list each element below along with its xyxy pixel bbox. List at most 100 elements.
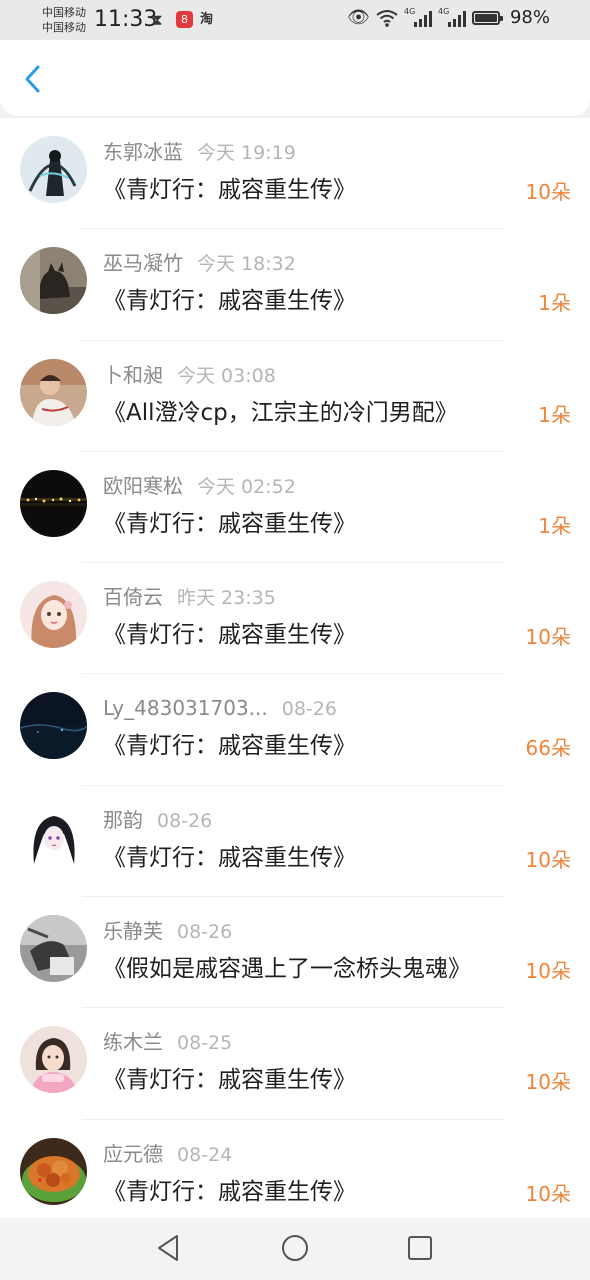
gift-time: 08-25: [177, 1032, 233, 1055]
triangle-back-icon[interactable]: [153, 1232, 185, 1264]
carrier-1: 中国移动: [42, 6, 86, 19]
user-name[interactable]: 欧阳寒松: [103, 474, 183, 498]
gift-row[interactable]: 练木兰 08-25 《青灯行：戚容重生传》 10朵: [0, 1008, 590, 1120]
avatar[interactable]: [20, 1026, 87, 1094]
book-title[interactable]: 《假如是戚容遇上了一念桥头鬼魂》: [103, 953, 471, 985]
gift-time: 昨天 23:35: [177, 587, 276, 610]
book-title[interactable]: 《青灯行：戚容重生传》: [103, 508, 356, 540]
gift-time: 今天 18:32: [197, 253, 296, 276]
signal-icon-1: 4G: [403, 6, 432, 27]
top-bar: [0, 40, 590, 116]
user-name[interactable]: 卜和昶: [103, 363, 163, 387]
avatar-image: [20, 1137, 87, 1205]
network-tag-1: 4G: [403, 6, 416, 16]
avatar-image: [20, 692, 87, 760]
avatar-image: [20, 803, 87, 871]
flower-count: 1朵: [538, 513, 571, 538]
gift-list: 东郭冰蓝 今天 19:19 《青灯行：戚容重生传》 10朵 巫马凝竹 今天 18:32 《青…: [0, 118, 590, 1218]
system-nav-bar: [0, 1218, 590, 1280]
user-name[interactable]: 百倚云: [103, 585, 163, 609]
hourglass-icon: ⧗: [152, 11, 163, 29]
user-name[interactable]: 东郭冰蓝: [103, 140, 183, 164]
gift-meta: 卜和昶 今天 03:08: [103, 361, 276, 390]
avatar-image: [20, 136, 87, 203]
carrier-labels: 中国移动 中国移动: [42, 5, 86, 35]
avatar[interactable]: [20, 915, 87, 983]
square-recent-icon[interactable]: [404, 1232, 436, 1264]
gift-time: 08-26: [177, 921, 233, 944]
gift-row[interactable]: 百倚云 昨天 23:35 《青灯行：戚容重生传》 10朵: [0, 563, 590, 675]
gift-row[interactable]: 东郭冰蓝 今天 19:19 《青灯行：戚容重生传》 10朵: [0, 118, 590, 230]
gift-meta: 乐静芙 08-26: [103, 917, 232, 946]
user-name[interactable]: Ly_483031703...: [103, 696, 268, 720]
flower-count: 10朵: [525, 1181, 571, 1206]
flower-count: 10朵: [525, 959, 571, 984]
gift-meta: 百倚云 昨天 23:35: [103, 583, 276, 612]
flower-count: 10朵: [525, 847, 571, 872]
gift-meta: 东郭冰蓝 今天 19:19: [103, 138, 296, 167]
avatar-image: [20, 1026, 87, 1094]
avatar-image: [20, 358, 87, 426]
network-tag-2: 4G: [437, 6, 450, 16]
gift-row[interactable]: 乐静芙 08-26 《假如是戚容遇上了一念桥头鬼魂》 10朵: [0, 897, 590, 1009]
avatar-image: [20, 915, 87, 983]
avatar[interactable]: [20, 1137, 87, 1205]
book-title[interactable]: 《青灯行：戚容重生传》: [103, 285, 356, 317]
status-time: 11:33: [94, 7, 158, 32]
flower-count: 1朵: [538, 291, 571, 316]
avatar[interactable]: [20, 469, 87, 537]
circle-home-icon[interactable]: [279, 1232, 311, 1264]
status-bar: 中国移动 中国移动 11:33 ⧗ 8 淘 👁 4G 4G 98%: [0, 0, 590, 40]
book-title[interactable]: 《青灯行：戚容重生传》: [103, 1176, 356, 1208]
gift-row[interactable]: 那韵 08-26 《青灯行：戚容重生传》 10朵: [0, 786, 590, 898]
avatar[interactable]: [20, 803, 87, 871]
gift-time: 08-24: [177, 1143, 233, 1166]
flower-count: 10朵: [525, 625, 571, 650]
carrier-2: 中国移动: [42, 21, 86, 34]
taobao-icon: 淘: [200, 12, 214, 27]
gift-time: 08-26: [157, 809, 213, 832]
avatar[interactable]: [20, 581, 87, 649]
avatar[interactable]: [20, 136, 87, 203]
flower-count: 1朵: [538, 402, 571, 427]
avatar[interactable]: [20, 358, 87, 426]
chevron-left-icon[interactable]: [18, 62, 48, 96]
flower-count: 10朵: [525, 180, 571, 204]
eye-icon: 👁: [347, 7, 370, 28]
avatar[interactable]: [20, 247, 87, 315]
gift-meta: 欧阳寒松 今天 02:52: [103, 472, 296, 501]
gift-row[interactable]: 欧阳寒松 今天 02:52 《青灯行：戚容重生传》 1朵: [0, 452, 590, 564]
wifi-icon: [376, 9, 398, 27]
book-title[interactable]: 《青灯行：戚容重生传》: [103, 174, 356, 206]
gift-row[interactable]: 卜和昶 今天 03:08 《All澄冷cp，江宗主的冷门男配》 1朵: [0, 341, 590, 452]
gift-meta: 巫马凝竹 今天 18:32: [103, 249, 296, 278]
book-title[interactable]: 《All澄冷cp，江宗主的冷门男配》: [103, 397, 458, 429]
user-name[interactable]: 那韵: [103, 808, 143, 832]
battery-icon: [471, 10, 503, 25]
gift-time: 今天 19:19: [197, 142, 296, 164]
book-title[interactable]: 《青灯行：戚容重生传》: [103, 1064, 356, 1096]
gift-meta: Ly_483031703... 08-26: [103, 694, 337, 723]
gift-meta: 应元德 08-24: [103, 1140, 232, 1169]
gift-row[interactable]: 应元德 08-24 《青灯行：戚容重生传》 10朵: [0, 1120, 590, 1218]
avatar[interactable]: [20, 692, 87, 760]
avatar-image: [20, 247, 87, 315]
book-title[interactable]: 《青灯行：戚容重生传》: [103, 619, 356, 651]
gift-meta: 练木兰 08-25: [103, 1028, 232, 1057]
gift-row[interactable]: Ly_483031703... 08-26 《青灯行：戚容重生传》 66朵: [0, 674, 590, 786]
avatar-image: [20, 469, 87, 537]
gift-row[interactable]: 巫马凝竹 今天 18:32 《青灯行：戚容重生传》 1朵: [0, 229, 590, 341]
flower-count: 66朵: [525, 736, 571, 761]
book-title[interactable]: 《青灯行：戚容重生传》: [103, 842, 356, 874]
user-name[interactable]: 乐静芙: [103, 919, 163, 943]
flower-count: 10朵: [525, 1070, 571, 1095]
gift-meta: 那韵 08-26: [103, 806, 212, 835]
gift-time: 今天 02:52: [197, 475, 296, 498]
book-title[interactable]: 《青灯行：戚容重生传》: [103, 730, 356, 762]
user-name[interactable]: 应元德: [103, 1142, 163, 1166]
battery-fill: [474, 13, 497, 22]
user-name[interactable]: 练木兰: [103, 1030, 163, 1054]
avatar-image: [20, 581, 87, 649]
user-name[interactable]: 巫马凝竹: [103, 251, 183, 275]
gift-time: 08-26: [281, 698, 337, 721]
